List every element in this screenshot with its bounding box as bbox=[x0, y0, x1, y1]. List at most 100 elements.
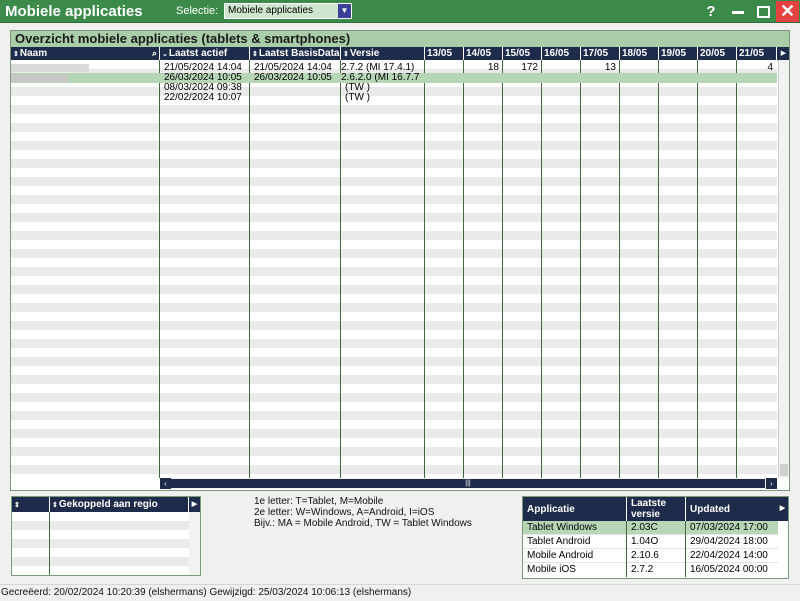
col-header-date[interactable]: 14/05 bbox=[464, 47, 503, 60]
vertical-scrollbar[interactable] bbox=[189, 512, 200, 575]
cell-updated: 29/04/2024 18:00 bbox=[690, 536, 768, 547]
vertical-scrollbar[interactable] bbox=[778, 60, 789, 478]
panel-title: Overzicht mobiele applicaties (tablets &… bbox=[11, 31, 789, 47]
column-divider bbox=[619, 60, 620, 478]
col-header-naam[interactable]: ⇕Naam ⌕ bbox=[11, 47, 160, 60]
scroll-thumb[interactable]: ||| bbox=[171, 479, 765, 488]
col-header-versie[interactable]: ⇕Versie bbox=[341, 47, 425, 60]
scroll-right-icon[interactable]: › bbox=[766, 478, 777, 489]
col-header-laatst-actief[interactable]: ⌄Laatst actief bbox=[160, 47, 250, 60]
legend-line: 2e letter: W=Windows, A=Android, I=iOS bbox=[254, 507, 435, 518]
col-header-date[interactable]: 13/05 bbox=[425, 47, 464, 60]
sort-icon: ⇕ bbox=[252, 51, 258, 58]
cell-versie: 2.03C bbox=[627, 521, 686, 535]
app-title: Mobiele applicaties bbox=[5, 3, 143, 20]
table-row[interactable]: Tablet Android 1.04O 29/04/2024 18:00 bbox=[523, 535, 778, 549]
col-header-updated[interactable]: Updated bbox=[686, 497, 778, 521]
column-divider bbox=[159, 60, 160, 478]
column-divider bbox=[463, 60, 464, 478]
status-bar: Gecreëerd: 20/02/2024 10:20:39 (elsherma… bbox=[0, 584, 800, 601]
cell-laatst-actief: 21/05/2024 14:04 bbox=[164, 63, 242, 73]
cell-basisdata: 21/05/2024 14:04 bbox=[254, 63, 332, 73]
cell-versie: 2.7.2 bbox=[627, 563, 686, 577]
scroll-left-icon[interactable]: ‹ bbox=[160, 478, 171, 489]
col-header-date[interactable]: 15/05 bbox=[503, 47, 542, 60]
table-row[interactable]: 22/02/2024 10:07 (TW ) bbox=[11, 93, 777, 103]
table-row[interactable]: 21/05/2024 14:04 21/05/2024 14:04 2.7.2 … bbox=[11, 63, 777, 73]
scroll-right-icon[interactable]: ▶ bbox=[777, 497, 788, 521]
legend-line: 1e letter: T=Tablet, M=Mobile bbox=[254, 496, 384, 507]
table-row[interactable]: 08/03/2024 09:38 (TW ) bbox=[11, 83, 777, 93]
close-button[interactable]: ✕ bbox=[776, 1, 799, 22]
cell-versie: 2.10.6 bbox=[627, 549, 686, 563]
redacted-name bbox=[11, 64, 89, 72]
scroll-right-icon[interactable]: ▶ bbox=[189, 497, 200, 512]
col-header-date[interactable]: 20/05 bbox=[698, 47, 737, 60]
cell-updated: 22/04/2024 14:00 bbox=[690, 550, 768, 561]
cell-basisdata: 26/03/2024 10:05 bbox=[254, 73, 332, 83]
col-header-regio[interactable]: ⇕Gekoppeld aan regio bbox=[50, 497, 189, 512]
column-divider bbox=[340, 60, 341, 478]
cell-versie: (TW ) bbox=[345, 93, 370, 103]
selectie-dropdown[interactable]: Mobiele applicaties ▼ bbox=[224, 3, 352, 19]
applications-header: Applicatie Laatste versie Updated ▶ bbox=[523, 497, 788, 521]
help-button[interactable]: ? bbox=[700, 1, 722, 22]
col-header-date[interactable]: 18/05 bbox=[620, 47, 659, 60]
redacted-name bbox=[11, 74, 67, 82]
sort-icon: ⇕ bbox=[52, 502, 58, 509]
cell-versie: 1.04O bbox=[627, 535, 686, 549]
applications-table: Applicatie Laatste versie Updated ▶ Tabl… bbox=[522, 496, 789, 579]
grid-header: ⇕Naam ⌕ ⌄Laatst actief ⇕Laatst BasisData … bbox=[11, 47, 789, 60]
table-row[interactable]: Mobile Android 2.10.6 22/04/2024 14:00 bbox=[523, 549, 778, 563]
cell-updated: 16/05/2024 00:00 bbox=[690, 564, 768, 575]
cell-laatst-actief: 26/03/2024 10:05 bbox=[164, 73, 242, 83]
col-header-date[interactable]: 19/05 bbox=[659, 47, 698, 60]
cell-versie: (TW ) bbox=[345, 83, 370, 93]
table-row[interactable]: Mobile iOS 2.7.2 16/05/2024 00:00 bbox=[523, 563, 778, 577]
cell-basisdata bbox=[250, 83, 340, 93]
scroll-thumb[interactable] bbox=[780, 464, 788, 476]
horizontal-scrollbar[interactable]: ‹ ||| › bbox=[160, 478, 777, 489]
cell-count: 172 bbox=[521, 63, 538, 73]
search-icon[interactable]: ⌕ bbox=[152, 47, 157, 60]
maximize-icon bbox=[756, 6, 770, 19]
col-header-basisdata[interactable]: ⇕Laatst BasisData bbox=[250, 47, 341, 60]
col-header-date[interactable]: 21/05 bbox=[737, 47, 777, 60]
cell-laatst-actief: 08/03/2024 09:38 bbox=[164, 83, 242, 93]
selectie-value: Mobiele applicaties bbox=[228, 5, 314, 16]
cell-applicatie: Mobile iOS bbox=[523, 563, 627, 577]
cell-applicatie: Mobile Android bbox=[523, 549, 627, 563]
cell-laatst-actief: 22/02/2024 10:07 bbox=[164, 93, 242, 103]
minimize-button[interactable] bbox=[727, 1, 749, 22]
cell-versie: 2.6.2.0 (MI 16.7.7 bbox=[341, 73, 420, 83]
col-header-date[interactable]: 16/05 bbox=[542, 47, 581, 60]
cell-count: 18 bbox=[487, 63, 499, 73]
cell-applicatie: Tablet Windows bbox=[523, 521, 627, 535]
column-divider bbox=[658, 60, 659, 478]
scroll-right-icon[interactable]: ▶ bbox=[778, 47, 789, 60]
maximize-button[interactable] bbox=[752, 1, 774, 22]
column-divider bbox=[502, 60, 503, 478]
region-list[interactable] bbox=[12, 512, 189, 575]
column-divider bbox=[541, 60, 542, 478]
grid-body: 21/05/2024 14:04 21/05/2024 14:04 2.7.2 … bbox=[11, 60, 777, 478]
col-header-applicatie[interactable]: Applicatie bbox=[523, 497, 627, 521]
sort-desc-icon: ⌄ bbox=[162, 51, 168, 58]
region-panel: ⇕ ⇕Gekoppeld aan regio ▶ bbox=[11, 496, 201, 576]
col-header-laatste-versie[interactable]: Laatste versie bbox=[627, 497, 686, 521]
column-divider bbox=[424, 60, 425, 478]
cell-count: 4 bbox=[767, 63, 773, 73]
table-row-selected[interactable]: 26/03/2024 10:05 26/03/2024 10:05 2.6.2.… bbox=[11, 73, 777, 83]
column-divider bbox=[580, 60, 581, 478]
help-icon: ? bbox=[706, 3, 716, 20]
region-header: ⇕ ⇕Gekoppeld aan regio ▶ bbox=[12, 497, 200, 512]
column-divider bbox=[249, 60, 250, 478]
col-header-select[interactable]: ⇕ bbox=[12, 497, 50, 512]
chevron-down-icon[interactable]: ▼ bbox=[338, 4, 351, 18]
cell-basisdata bbox=[250, 93, 340, 103]
sort-icon: ⇕ bbox=[13, 51, 19, 58]
table-row-selected[interactable]: Tablet Windows 2.03C 07/03/2024 17:00 bbox=[523, 521, 778, 535]
col-header-date[interactable]: 17/05 bbox=[581, 47, 620, 60]
sort-icon: ⇕ bbox=[14, 502, 20, 509]
legend: 1e letter: T=Tablet, M=Mobile 2e letter:… bbox=[254, 496, 472, 529]
